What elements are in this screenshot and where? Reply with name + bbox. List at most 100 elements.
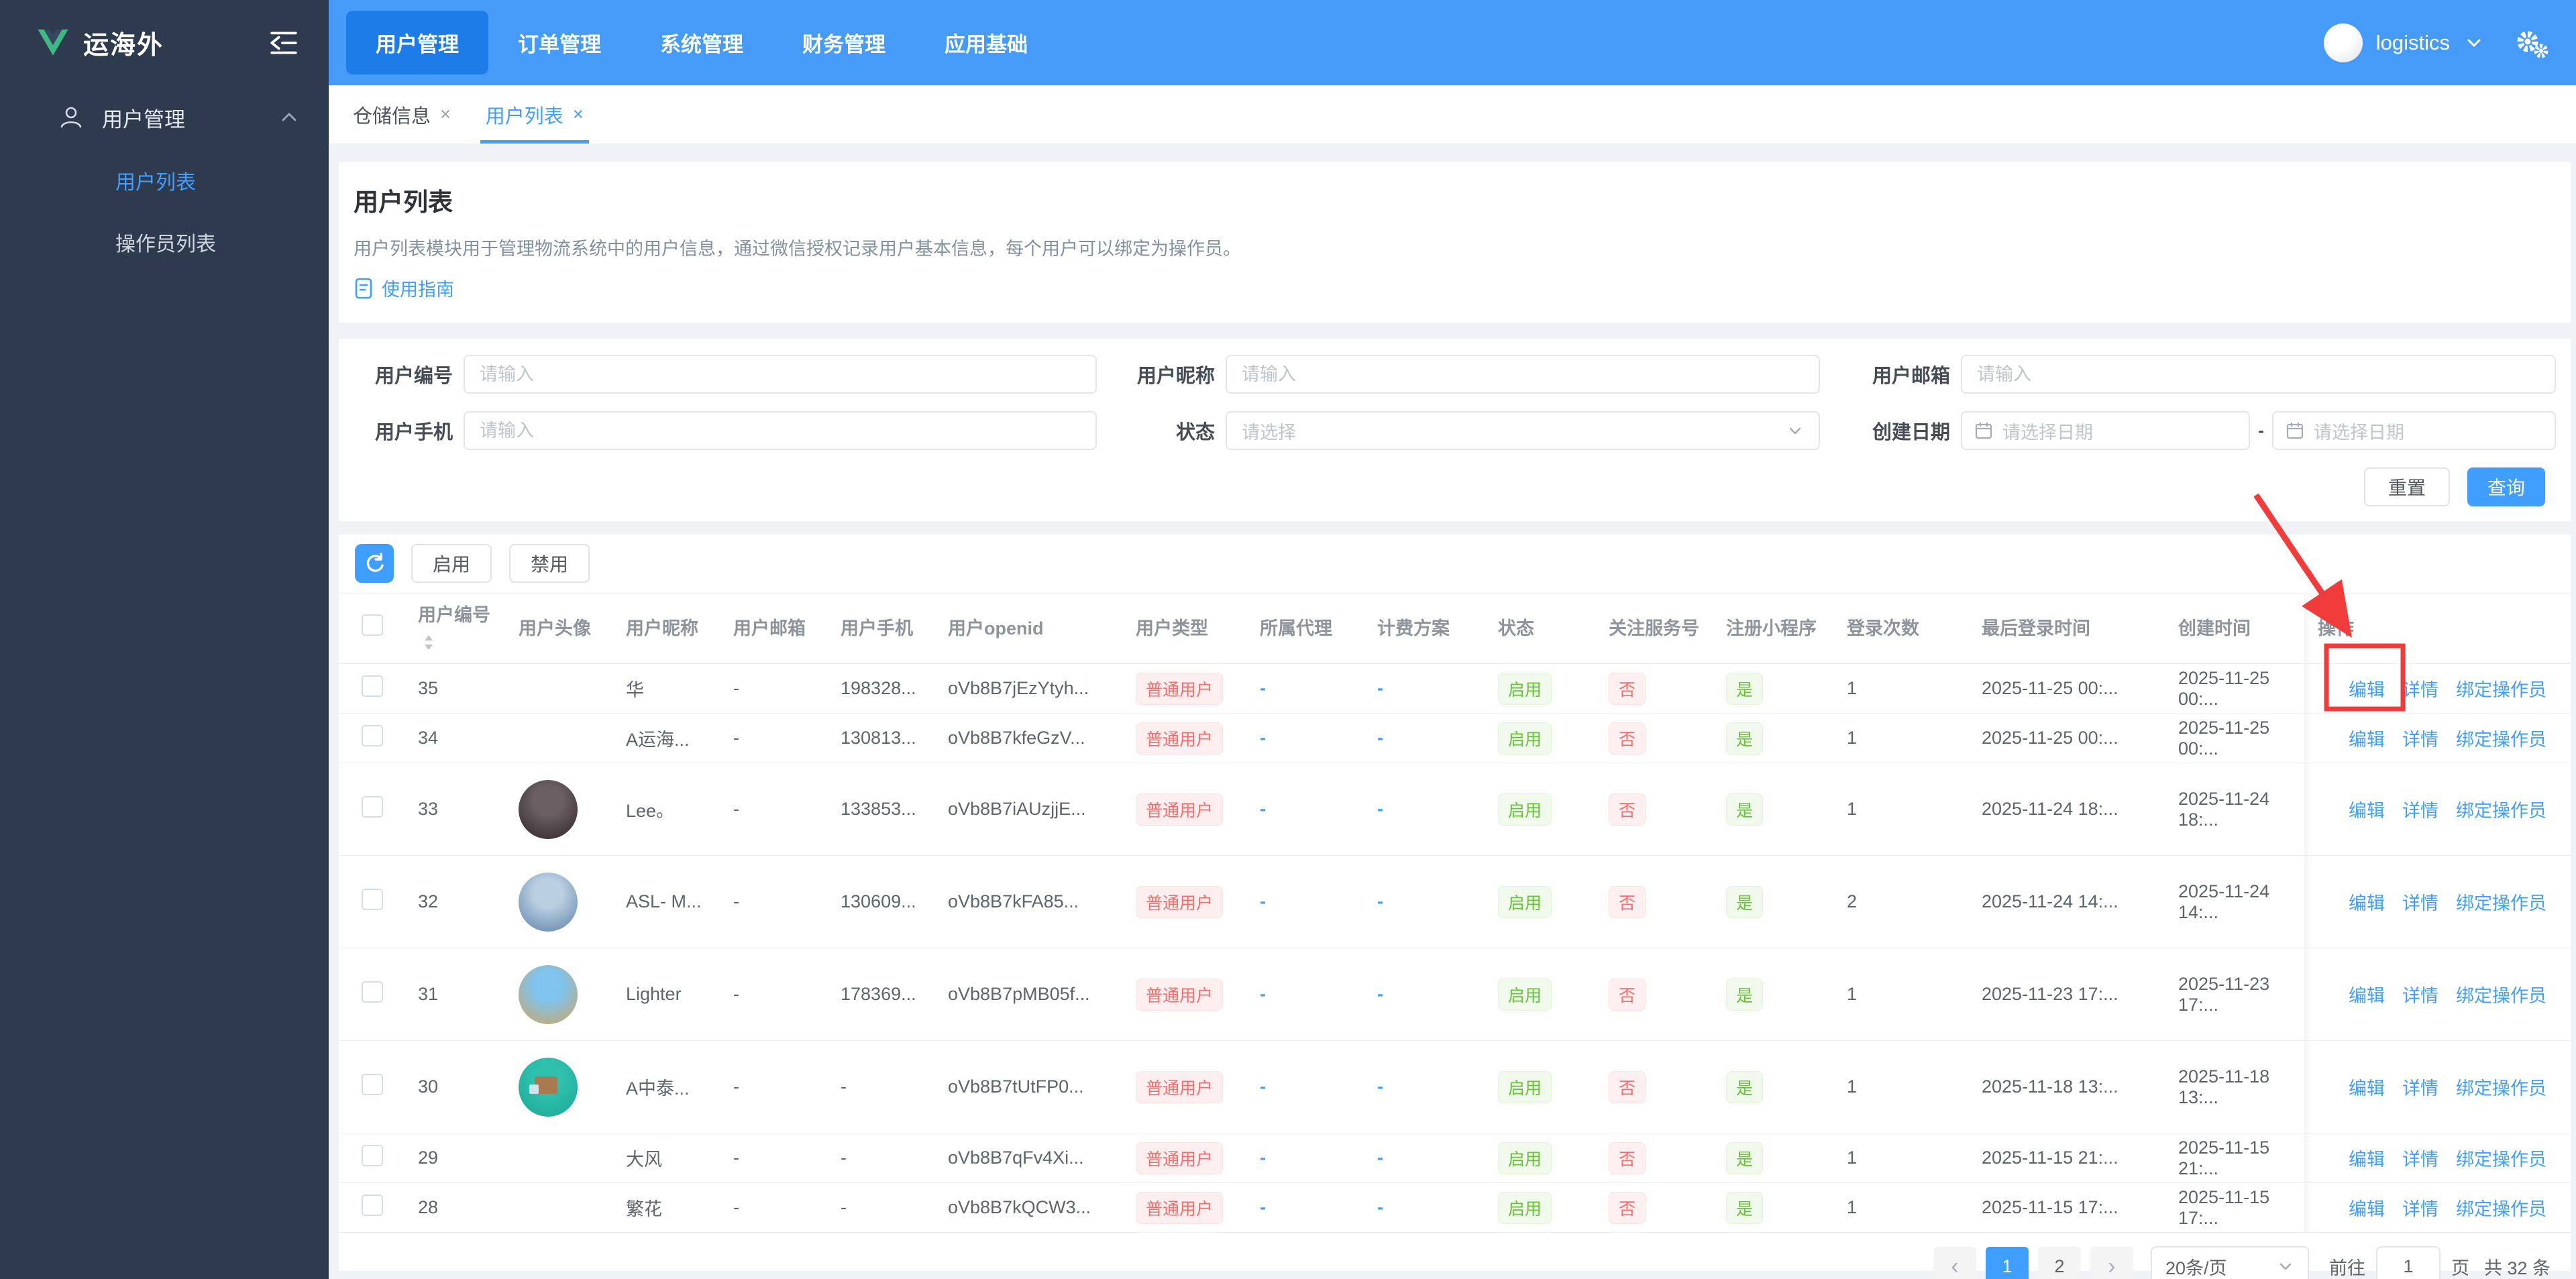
action-link-详情[interactable]: 详情	[2402, 680, 2438, 700]
action-link-编辑[interactable]: 编辑	[2349, 986, 2385, 1006]
goto-page-input[interactable]	[2375, 1246, 2440, 1279]
page-size-value: 20条/页	[2165, 1258, 2227, 1278]
cell-created: 2025-11-25 00:...	[2166, 713, 2304, 763]
column-header-用户编号[interactable]: 用户编号	[406, 594, 506, 664]
close-icon[interactable]: ×	[573, 104, 584, 125]
cell-actions: 编辑 详情 绑定操作员	[2304, 1040, 2573, 1133]
cell-openid: oVb8B7kQCW3...	[936, 1182, 1124, 1233]
next-page-button[interactable]: ›	[2090, 1247, 2133, 1279]
action-link-详情[interactable]: 详情	[2402, 986, 2438, 1006]
cell-email: -	[721, 663, 828, 714]
row-checkbox[interactable]	[362, 1194, 383, 1216]
filter-select-状态[interactable]: 请选择	[1225, 411, 1821, 450]
user-name[interactable]: logistics	[2376, 31, 2450, 55]
action-link-详情[interactable]: 详情	[2402, 801, 2438, 821]
action-link-详情[interactable]: 详情	[2402, 1150, 2438, 1170]
enable-button[interactable]: 启用	[411, 544, 492, 583]
row-checkbox[interactable]	[362, 889, 383, 910]
action-link-绑定操作员[interactable]: 绑定操作员	[2456, 801, 2546, 821]
filter-input-用户编号[interactable]	[464, 355, 1097, 394]
tab-用户列表[interactable]: 用户列表 ×	[480, 85, 589, 144]
action-link-详情[interactable]: 详情	[2402, 730, 2438, 750]
sidebar-item-用户列表[interactable]: 用户列表	[0, 150, 329, 211]
settings-gears-icon[interactable]	[2514, 25, 2549, 60]
table-row-user-28: 28 繁花 - - oVb8B7kQCW3... 普通用户 - - 启用否是 1 2025-11-1…	[339, 1182, 2573, 1233]
prev-page-button[interactable]: ‹	[1933, 1247, 1976, 1279]
reset-button[interactable]: 重置	[2363, 467, 2450, 506]
search-button[interactable]: 查询	[2467, 467, 2545, 506]
agent-value: -	[1260, 799, 1266, 819]
app-root: 运海外 用户管理 用户列表 操作员列表 用户管理 订单管理 系统管理 财务管理 应用基础 …	[0, 0, 2576, 1279]
date-end-input[interactable]: 请选择日期	[2272, 411, 2556, 450]
action-link-绑定操作员[interactable]: 绑定操作员	[2456, 1150, 2546, 1170]
cell-actions: 编辑 详情 绑定操作员	[2304, 855, 2573, 948]
date-start-input[interactable]: 请选择日期	[1961, 411, 2251, 450]
action-link-绑定操作员[interactable]: 绑定操作员	[2456, 986, 2546, 1006]
row-checkbox[interactable]	[362, 1145, 383, 1166]
action-link-编辑[interactable]: 编辑	[2349, 1199, 2385, 1219]
select-all-checkbox[interactable]	[362, 614, 383, 636]
text-input[interactable]	[1976, 364, 2540, 385]
action-link-编辑[interactable]: 编辑	[2349, 730, 2385, 750]
topnav-item-订单管理[interactable]: 订单管理	[488, 11, 631, 74]
close-icon[interactable]: ×	[440, 104, 451, 125]
row-select-cell	[339, 763, 406, 856]
filter-input-用户邮箱[interactable]	[1960, 355, 2556, 394]
action-link-详情[interactable]: 详情	[2402, 1199, 2438, 1219]
action-link-编辑[interactable]: 编辑	[2349, 1150, 2385, 1170]
sidebar-collapse-icon[interactable]	[268, 27, 299, 58]
guide-link[interactable]: 使用指南	[354, 275, 2544, 301]
page-size-select[interactable]: 20条/页	[2150, 1246, 2309, 1279]
user-avatar[interactable]	[2323, 23, 2363, 62]
action-link-编辑[interactable]: 编辑	[2349, 1078, 2385, 1099]
cell-openid: oVb8B7pMB05f...	[936, 948, 1124, 1041]
text-input[interactable]	[480, 364, 1081, 385]
sidebar-item-操作员列表[interactable]: 操作员列表	[0, 211, 329, 273]
page-button-2[interactable]: 2	[2037, 1247, 2081, 1279]
content: 用户列表 用户列表模块用于管理物流系统中的用户信息，通过微信授权记录用户基本信息…	[329, 144, 2576, 1279]
cell-nickname: 繁花	[614, 1182, 721, 1233]
action-link-编辑[interactable]: 编辑	[2349, 680, 2385, 700]
cell-avatar	[506, 855, 614, 948]
action-link-编辑[interactable]: 编辑	[2349, 893, 2385, 913]
cell-user-id: 29	[406, 1133, 506, 1183]
refresh-button[interactable]	[355, 544, 394, 583]
row-checkbox[interactable]	[362, 675, 383, 697]
row-checkbox[interactable]	[362, 725, 383, 746]
action-link-绑定操作员[interactable]: 绑定操作员	[2456, 1199, 2546, 1219]
cell-follow: 否	[1597, 713, 1714, 763]
cell-mini-program: 是	[1714, 663, 1835, 714]
filter-input-用户手机[interactable]	[464, 411, 1097, 450]
action-link-详情[interactable]: 详情	[2402, 1078, 2438, 1099]
chevron-down-icon[interactable]	[2463, 32, 2485, 54]
topnav-item-应用基础[interactable]: 应用基础	[915, 11, 1057, 74]
action-link-绑定操作员[interactable]: 绑定操作员	[2456, 1078, 2546, 1099]
action-link-详情[interactable]: 详情	[2402, 893, 2438, 913]
main-area: 用户管理 订单管理 系统管理 财务管理 应用基础 logistics 仓储信息 × 用户列表…	[329, 0, 2576, 1279]
text-input[interactable]	[1241, 364, 1804, 385]
cell-last-login: 2025-11-15 17:...	[1970, 1182, 2166, 1233]
text-input[interactable]	[480, 420, 1081, 441]
row-checkbox[interactable]	[362, 796, 383, 818]
action-link-绑定操作员[interactable]: 绑定操作员	[2456, 680, 2546, 700]
topnav-item-系统管理[interactable]: 系统管理	[631, 11, 773, 74]
follow-badge: 否	[1609, 1142, 1646, 1174]
cell-user-id: 28	[406, 1182, 506, 1233]
topnav-item-用户管理[interactable]: 用户管理	[346, 11, 488, 74]
topnav-item-财务管理[interactable]: 财务管理	[773, 11, 915, 74]
follow-badge: 否	[1609, 1070, 1646, 1103]
action-link-绑定操作员[interactable]: 绑定操作员	[2456, 730, 2546, 750]
cell-last-login: 2025-11-25 00:...	[1970, 713, 2166, 763]
cell-nickname: ASL- M...	[614, 855, 721, 948]
row-checkbox[interactable]	[362, 1074, 383, 1095]
page-button-1[interactable]: 1	[1985, 1247, 2029, 1279]
agent-value: -	[1260, 728, 1266, 748]
tab-仓储信息[interactable]: 仓储信息 ×	[353, 85, 451, 144]
filter-input-用户昵称[interactable]	[1225, 355, 1820, 394]
row-checkbox[interactable]	[362, 981, 383, 1003]
action-link-编辑[interactable]: 编辑	[2349, 801, 2385, 821]
disable-button[interactable]: 禁用	[509, 544, 590, 583]
filter-daterange-创建日期: 请选择日期 - 请选择日期	[1961, 411, 2556, 450]
sidebar-group-users[interactable]: 用户管理	[0, 85, 329, 150]
action-link-绑定操作员[interactable]: 绑定操作员	[2456, 893, 2546, 913]
